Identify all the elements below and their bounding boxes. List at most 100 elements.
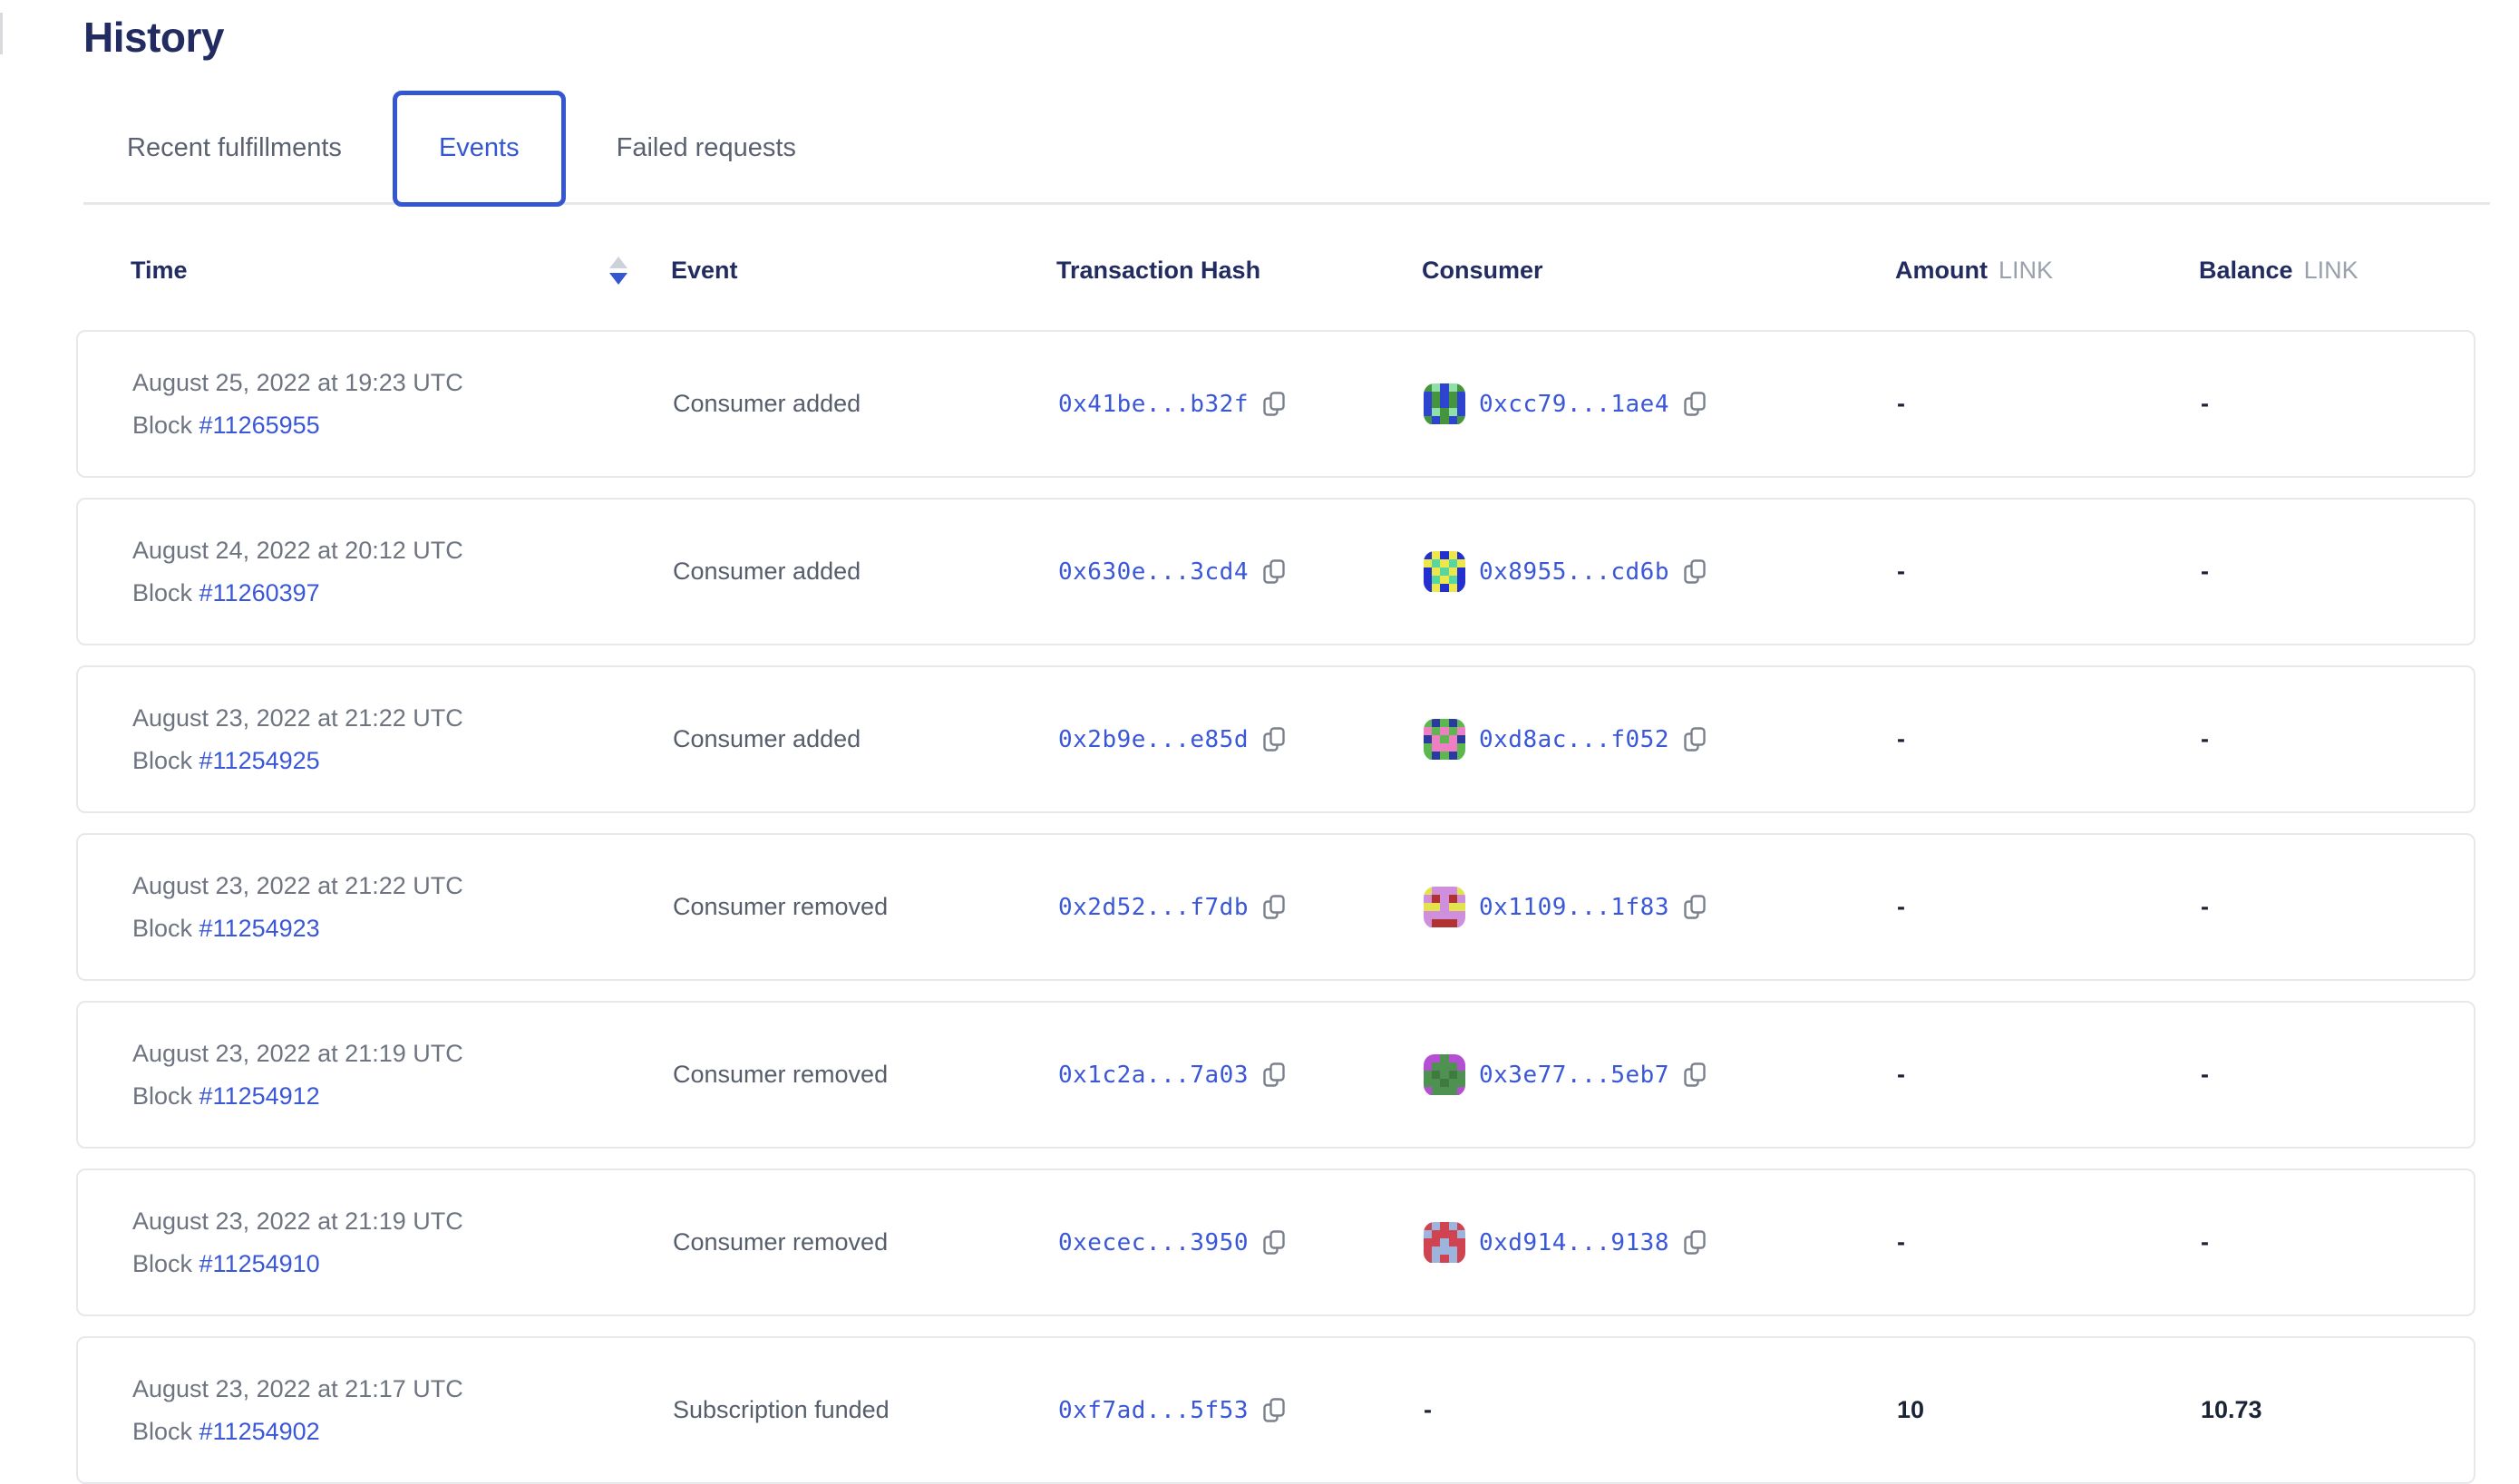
transaction-hash-link[interactable]: 0x2d52...f7db <box>1058 894 1249 921</box>
row-block-line: Block #11254902 <box>132 1418 673 1446</box>
consumer-identicon <box>1424 1054 1465 1096</box>
transaction-hash-link[interactable]: 0x1c2a...7a03 <box>1058 1062 1249 1089</box>
row-block-line: Block #11260397 <box>132 579 673 607</box>
row-block-line: Block #11254925 <box>132 747 673 775</box>
consumer-address-link[interactable]: 0xd8ac...f052 <box>1479 726 1669 753</box>
consumer-identicon <box>1424 1222 1465 1264</box>
row-event: Consumer added <box>673 725 1058 753</box>
row-event: Consumer added <box>673 558 1058 586</box>
transaction-hash-link[interactable]: 0xecec...3950 <box>1058 1229 1249 1256</box>
copy-address-button[interactable] <box>1683 726 1707 753</box>
copy-icon <box>1683 894 1707 921</box>
copy-icon <box>1262 1397 1286 1424</box>
copy-hash-button[interactable] <box>1262 1397 1286 1424</box>
row-event: Consumer removed <box>673 1228 1058 1256</box>
transaction-hash-link[interactable]: 0x630e...3cd4 <box>1058 558 1249 586</box>
copy-address-button[interactable] <box>1683 558 1707 586</box>
table-row: August 23, 2022 at 21:22 UTC Block #1125… <box>76 833 2475 981</box>
block-number-link[interactable]: #11254925 <box>199 747 320 774</box>
row-date: August 25, 2022 at 19:23 UTC <box>132 369 673 397</box>
left-edge-artifact <box>0 13 3 54</box>
amount-unit-label: LINK <box>1999 257 2053 284</box>
block-number-link[interactable]: #11260397 <box>199 579 320 606</box>
row-date: August 23, 2022 at 21:22 UTC <box>132 872 673 900</box>
row-date: August 23, 2022 at 21:19 UTC <box>132 1040 673 1068</box>
consumer-address-link[interactable]: 0x8955...cd6b <box>1479 558 1669 586</box>
copy-icon <box>1262 391 1286 418</box>
row-date: August 23, 2022 at 21:22 UTC <box>132 704 673 732</box>
row-hash-cell: 0xecec...3950 <box>1058 1229 1424 1256</box>
row-block-line: Block #11254912 <box>132 1082 673 1111</box>
row-block-line: Block #11265955 <box>132 412 673 440</box>
copy-icon <box>1683 558 1707 586</box>
block-label: Block <box>132 412 199 439</box>
consumer-address-link[interactable]: 0x1109...1f83 <box>1479 894 1669 921</box>
table-row: August 23, 2022 at 21:19 UTC Block #1125… <box>76 1169 2475 1316</box>
row-amount: - <box>1897 1061 2201 1089</box>
transaction-hash-link[interactable]: 0x41be...b32f <box>1058 391 1249 418</box>
row-balance: - <box>2201 1061 2474 1089</box>
transaction-hash-link[interactable]: 0x2b9e...e85d <box>1058 726 1249 753</box>
copy-icon <box>1262 558 1286 586</box>
row-time-cell: August 25, 2022 at 19:23 UTC Block #1126… <box>132 369 673 440</box>
row-block-line: Block #11254910 <box>132 1250 673 1278</box>
block-number-link[interactable]: #11265955 <box>199 412 320 439</box>
tab-recent-fulfillments[interactable]: Recent fulfillments <box>127 133 342 163</box>
copy-icon <box>1262 894 1286 921</box>
block-number-link[interactable]: #11254910 <box>199 1250 320 1277</box>
row-time-cell: August 23, 2022 at 21:19 UTC Block #1125… <box>132 1208 673 1278</box>
row-amount: - <box>1897 558 2201 586</box>
block-number-link[interactable]: #11254912 <box>199 1082 320 1110</box>
copy-address-button[interactable] <box>1683 894 1707 921</box>
row-consumer-cell: 0x8955...cd6b <box>1424 551 1897 593</box>
row-consumer-cell: 0x3e77...5eb7 <box>1424 1054 1897 1096</box>
transaction-hash-link[interactable]: 0xf7ad...5f53 <box>1058 1397 1249 1424</box>
copy-hash-button[interactable] <box>1262 1062 1286 1089</box>
consumer-address-link[interactable]: 0x3e77...5eb7 <box>1479 1062 1669 1089</box>
block-label: Block <box>132 1250 199 1277</box>
history-tabs: Recent fulfillments Events Failed reques… <box>83 94 2490 205</box>
row-event: Consumer added <box>673 390 1058 418</box>
block-label: Block <box>132 915 199 942</box>
copy-icon <box>1683 1062 1707 1089</box>
row-balance: - <box>2201 1228 2474 1256</box>
copy-hash-button[interactable] <box>1262 726 1286 753</box>
row-block-line: Block #11254923 <box>132 915 673 943</box>
consumer-address-link[interactable]: 0xcc79...1ae4 <box>1479 391 1669 418</box>
row-time-cell: August 23, 2022 at 21:17 UTC Block #1125… <box>132 1375 673 1446</box>
copy-hash-button[interactable] <box>1262 894 1286 921</box>
tab-events[interactable]: Events <box>393 91 566 207</box>
block-number-link[interactable]: #11254902 <box>199 1418 320 1445</box>
copy-icon <box>1683 726 1707 753</box>
block-number-link[interactable]: #11254923 <box>199 915 320 942</box>
row-date: August 23, 2022 at 21:19 UTC <box>132 1208 673 1236</box>
row-date: August 24, 2022 at 20:12 UTC <box>132 537 673 565</box>
row-balance: - <box>2201 893 2474 921</box>
row-consumer-cell: 0x1109...1f83 <box>1424 887 1897 928</box>
table-row: August 25, 2022 at 19:23 UTC Block #1126… <box>76 330 2475 478</box>
events-table-body: August 25, 2022 at 19:23 UTC Block #1126… <box>76 330 2519 1484</box>
row-amount: - <box>1897 725 2201 753</box>
table-header: Time Event Transaction Hash Consumer Amo… <box>76 234 2475 306</box>
copy-icon <box>1262 1062 1286 1089</box>
row-balance: - <box>2201 558 2474 586</box>
copy-hash-button[interactable] <box>1262 1229 1286 1256</box>
copy-icon <box>1262 726 1286 753</box>
row-hash-cell: 0x2d52...f7db <box>1058 894 1424 921</box>
row-consumer-cell: 0xd914...9138 <box>1424 1222 1897 1264</box>
column-header-consumer: Consumer <box>1422 257 1895 285</box>
copy-hash-button[interactable] <box>1262 391 1286 418</box>
row-balance: - <box>2201 725 2474 753</box>
row-amount: - <box>1897 390 2201 418</box>
row-event: Consumer removed <box>673 1061 1058 1089</box>
row-date: August 23, 2022 at 21:17 UTC <box>132 1375 673 1403</box>
sort-time-control[interactable] <box>609 257 627 285</box>
copy-address-button[interactable] <box>1683 1229 1707 1256</box>
copy-icon <box>1683 391 1707 418</box>
block-label: Block <box>132 1082 199 1110</box>
consumer-address-link[interactable]: 0xd914...9138 <box>1479 1229 1669 1256</box>
copy-address-button[interactable] <box>1683 391 1707 418</box>
tab-failed-requests[interactable]: Failed requests <box>617 133 796 163</box>
copy-address-button[interactable] <box>1683 1062 1707 1089</box>
copy-hash-button[interactable] <box>1262 558 1286 586</box>
